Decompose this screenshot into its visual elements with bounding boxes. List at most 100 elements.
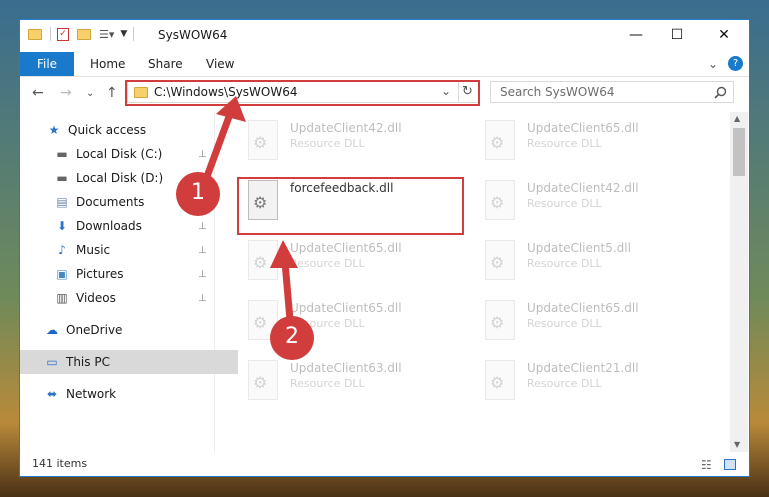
new-folder-icon[interactable] bbox=[77, 28, 91, 40]
file-name: UpdateClient21.dll bbox=[527, 361, 639, 375]
status-bar: 141 items ☷ bbox=[20, 453, 749, 476]
nav-item-local-disk-c[interactable]: ▬ Local Disk (C:) ⊥ bbox=[20, 142, 248, 166]
file-name: UpdateClient65.dll bbox=[290, 241, 402, 255]
nav-item-onedrive[interactable]: ☁ OneDrive bbox=[20, 318, 238, 342]
minimize-button[interactable]: — bbox=[613, 20, 659, 50]
dll-file-icon: ⚙ bbox=[248, 360, 278, 400]
file-name: UpdateClient5.dll bbox=[527, 241, 631, 255]
computer-icon: ▭ bbox=[46, 355, 58, 369]
search-placeholder: Search SysWOW64 bbox=[500, 85, 615, 99]
drive-icon: ▬ bbox=[56, 147, 68, 161]
nav-item-music[interactable]: ♪ Music ⊥ bbox=[20, 238, 248, 262]
file-item[interactable]: ⚙ UpdateClient42.dll Resource DLL bbox=[477, 172, 697, 228]
recent-locations-button[interactable]: ⌄ bbox=[86, 88, 94, 99]
address-highlight-box bbox=[125, 80, 480, 106]
pin-icon: ⊥ bbox=[198, 244, 207, 256]
file-name: UpdateClient65.dll bbox=[527, 121, 639, 135]
documents-icon: ▤ bbox=[56, 195, 68, 209]
nav-item-label: Videos bbox=[76, 291, 116, 305]
nav-item-this-pc[interactable]: ▭ This PC bbox=[20, 350, 238, 374]
nav-item-label: Music bbox=[76, 243, 111, 257]
back-button[interactable]: ← bbox=[32, 85, 44, 101]
nav-item-label: Downloads bbox=[76, 219, 142, 233]
nav-item-pictures[interactable]: ▣ Pictures ⊥ bbox=[20, 262, 248, 286]
drive-icon: ▬ bbox=[56, 171, 68, 185]
dll-file-icon: ⚙ bbox=[248, 240, 278, 280]
nav-item-label: Local Disk (D:) bbox=[76, 171, 164, 185]
dll-file-icon: ⚙ bbox=[485, 120, 515, 160]
tiles-view-icon[interactable] bbox=[724, 459, 736, 470]
pin-icon: ⊥ bbox=[198, 220, 207, 232]
tab-file[interactable]: File bbox=[20, 52, 74, 76]
step-badge-1-label: 1 bbox=[191, 180, 205, 205]
title-bar: ✓ ☰▾ ▼ SysWOW64 — ☐ ✕ bbox=[20, 20, 749, 52]
up-button[interactable]: ↑ bbox=[106, 85, 118, 101]
file-type: Resource DLL bbox=[527, 137, 602, 150]
separator bbox=[133, 27, 135, 41]
close-button[interactable]: ✕ bbox=[701, 20, 747, 50]
star-icon: ★ bbox=[48, 123, 60, 137]
file-type: Resource DLL bbox=[527, 257, 602, 270]
nav-item-network[interactable]: ⬌ Network bbox=[20, 382, 238, 406]
tab-home[interactable]: Home bbox=[90, 57, 125, 71]
ribbon: File Home Share View ⌄ ? bbox=[20, 52, 749, 77]
file-item[interactable]: ⚙ UpdateClient63.dll Resource DLL bbox=[240, 352, 460, 408]
nav-item-label: Network bbox=[66, 387, 117, 401]
item-count: 141 items bbox=[32, 457, 88, 470]
chevron-down-icon[interactable]: ▼ bbox=[120, 29, 127, 39]
file-type: Resource DLL bbox=[527, 377, 602, 390]
properties-icon[interactable]: ✓ bbox=[57, 27, 69, 41]
scroll-down-icon[interactable]: ▼ bbox=[734, 440, 740, 449]
maximize-button[interactable]: ☐ bbox=[654, 20, 700, 50]
file-item[interactable]: ⚙ UpdateClient65.dll Resource DLL bbox=[240, 232, 460, 288]
music-icon: ♪ bbox=[58, 243, 66, 257]
window-title: SysWOW64 bbox=[158, 28, 228, 42]
step-badge-2-label: 2 bbox=[285, 324, 299, 349]
nav-item-quick-access[interactable]: ★ Quick access bbox=[20, 118, 240, 142]
nav-item-videos[interactable]: ▥ Videos ⊥ bbox=[20, 286, 248, 310]
nav-item-downloads[interactable]: ⬇ Downloads ⊥ bbox=[20, 214, 248, 238]
dll-file-icon: ⚙ bbox=[485, 240, 515, 280]
file-item[interactable]: ⚙ UpdateClient42.dll Resource DLL bbox=[240, 112, 460, 168]
scrollbar-thumb[interactable] bbox=[733, 128, 745, 176]
search-icon[interactable] bbox=[714, 86, 727, 99]
separator bbox=[50, 27, 51, 41]
tab-view[interactable]: View bbox=[206, 57, 234, 71]
file-item[interactable]: ⚙ UpdateClient65.dll Resource DLL bbox=[477, 292, 697, 348]
nav-item-label: Local Disk (C:) bbox=[76, 147, 163, 161]
tab-share[interactable]: Share bbox=[148, 57, 183, 71]
file-type: Resource DLL bbox=[290, 377, 365, 390]
dll-file-icon: ⚙ bbox=[248, 120, 278, 160]
customize-toolbar-icon[interactable]: ☰▾ bbox=[99, 28, 114, 41]
pin-icon: ⊥ bbox=[198, 292, 207, 304]
pin-icon: ⊥ bbox=[198, 268, 207, 280]
file-type: Resource DLL bbox=[527, 197, 602, 210]
file-list: ⚙ UpdateClient42.dll Resource DLL ⚙ forc… bbox=[215, 112, 730, 452]
pin-icon: ⊥ bbox=[198, 148, 207, 160]
dll-file-icon: ⚙ bbox=[485, 180, 515, 220]
file-item[interactable]: ⚙ UpdateClient65.dll Resource DLL bbox=[477, 112, 697, 168]
pictures-icon: ▣ bbox=[56, 267, 68, 281]
dll-file-icon: ⚙ bbox=[485, 300, 515, 340]
file-type: Resource DLL bbox=[527, 317, 602, 330]
vertical-scrollbar[interactable]: ▲ ▼ bbox=[730, 112, 748, 452]
nav-item-label: This PC bbox=[66, 355, 110, 369]
expand-ribbon-icon[interactable]: ⌄ bbox=[708, 57, 718, 71]
help-icon[interactable]: ? bbox=[728, 56, 743, 71]
file-item[interactable]: ⚙ UpdateClient5.dll Resource DLL bbox=[477, 232, 697, 288]
scroll-up-icon[interactable]: ▲ bbox=[734, 114, 740, 123]
file-name: UpdateClient42.dll bbox=[527, 181, 639, 195]
details-view-icon[interactable]: ☷ bbox=[701, 458, 712, 472]
network-icon: ⬌ bbox=[46, 387, 58, 401]
file-name: UpdateClient42.dll bbox=[290, 121, 402, 135]
file-item[interactable]: ⚙ UpdateClient21.dll Resource DLL bbox=[477, 352, 697, 408]
search-input[interactable]: Search SysWOW64 bbox=[490, 81, 734, 103]
videos-icon: ▥ bbox=[56, 291, 68, 305]
nav-item-label: Documents bbox=[76, 195, 145, 209]
cloud-icon: ☁ bbox=[46, 323, 58, 337]
dll-file-icon: ⚙ bbox=[485, 360, 515, 400]
forward-button[interactable]: → bbox=[60, 85, 72, 101]
file-name: UpdateClient63.dll bbox=[290, 361, 402, 375]
file-name: UpdateClient65.dll bbox=[290, 301, 402, 315]
navigation-pane: ★ Quick access ▬ Local Disk (C:) ⊥ ▬ Loc… bbox=[20, 112, 238, 452]
